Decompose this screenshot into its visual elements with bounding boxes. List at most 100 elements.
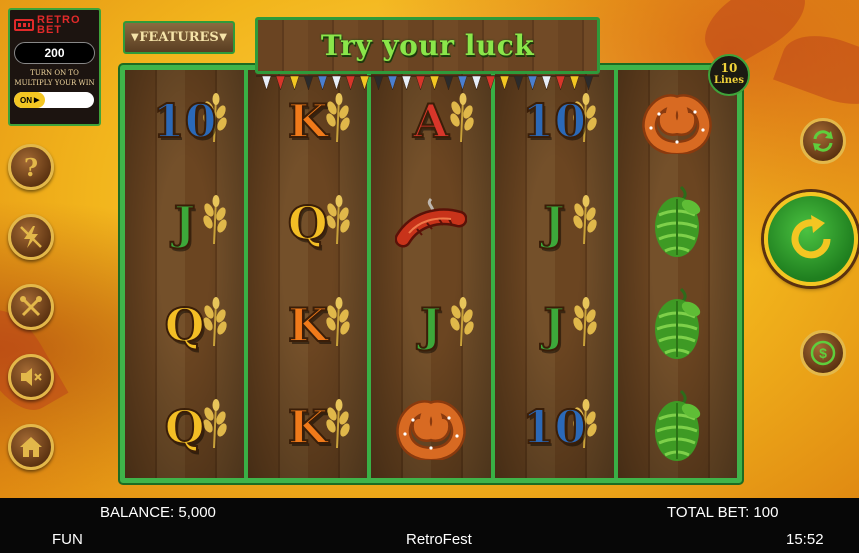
bunting-flag (261, 75, 272, 91)
retro-bet-toggle[interactable]: ON ▶ (14, 92, 94, 108)
reel-symbol: 10 (125, 70, 244, 172)
reel-symbol: 10 (495, 376, 614, 478)
bunting-flag (373, 75, 384, 91)
symbol-j: J (173, 196, 197, 250)
autoplay-button[interactable] (800, 118, 846, 164)
reel-symbol (618, 274, 737, 376)
sound-off-icon (21, 368, 42, 386)
reel-3: AJ (367, 70, 491, 478)
spin-button[interactable] (764, 192, 858, 286)
retro-bet-logo-icon (14, 19, 34, 31)
retro-bet-logo: RETRO BET (14, 14, 95, 36)
symbol-k: K (287, 400, 329, 454)
reel-symbol: J (495, 172, 614, 274)
help-button[interactable]: ? (8, 144, 54, 190)
bunting-flag (527, 75, 538, 91)
reel-symbol: J (371, 274, 490, 376)
wheat-icon (573, 297, 597, 347)
pretzel-icon (396, 400, 466, 460)
bunting-flag (289, 75, 300, 91)
symbol-10: 10 (152, 94, 218, 148)
coin-icon: $ (810, 340, 836, 366)
home-button[interactable] (8, 424, 54, 470)
reel-symbol (371, 376, 490, 478)
reel-symbol (618, 376, 737, 478)
sausage-icon (395, 197, 467, 248)
features-dropdown[interactable]: ▼ FEATURES ▼ (123, 21, 235, 54)
reel-symbol (618, 172, 737, 274)
hops-icon (655, 389, 701, 461)
spin-icon (791, 215, 831, 259)
title-banner: Try your luck (255, 17, 600, 74)
bunting-flag (401, 75, 412, 91)
bunting-flag (499, 75, 510, 91)
reel-symbol (371, 172, 490, 274)
bunting-flag (457, 75, 468, 91)
wheat-icon (449, 297, 474, 347)
reel-symbol: K (248, 376, 367, 478)
bunting-flag (387, 75, 398, 91)
bunting-flag (583, 75, 594, 91)
bunting-flag (317, 75, 328, 91)
home-icon (20, 437, 42, 457)
total-bet-text: TOTAL BET: 100 (667, 504, 779, 521)
symbol-q: Q (287, 196, 329, 250)
bottom-bar: BALANCE: 5,000 TOTAL BET: 100 FUN RetroF… (0, 498, 859, 553)
wheat-icon (203, 195, 227, 245)
bunting-flag (345, 75, 356, 91)
autoplay-icon (813, 130, 833, 152)
settings-button[interactable] (8, 284, 54, 330)
decor-leaf (773, 22, 859, 118)
mode-text: FUN (52, 531, 83, 548)
help-icon: ? (23, 152, 39, 182)
symbol-10: 10 (521, 400, 587, 454)
reels-grid: 10 J Q Q K Q K K A J 10 J J 10 (120, 65, 742, 483)
symbol-k: K (287, 94, 329, 148)
retro-bet-panel: RETRO BET 200 Turn on to multiply your w… (8, 8, 101, 126)
reel-1: 10 J Q Q (125, 70, 245, 478)
settings-icon (20, 296, 42, 317)
lightning-icon (20, 226, 42, 248)
reel-symbol: Q (125, 274, 244, 376)
lines-label: Lines (713, 75, 745, 86)
bet-button[interactable]: $ (800, 330, 846, 376)
reel-symbol: J (495, 274, 614, 376)
bunting-flag (303, 75, 314, 91)
reel-5 (613, 70, 738, 478)
game-name: RetroFest (406, 531, 472, 548)
bunting-flags (256, 75, 599, 91)
retro-bet-toggle-on[interactable]: ON ▶ (14, 92, 46, 108)
bunting-flag (331, 75, 342, 91)
bunting-flag (415, 75, 426, 91)
bunting-flag (555, 75, 566, 91)
symbol-10: 10 (521, 94, 587, 148)
symbol-j: J (542, 196, 566, 250)
bunting-flag (513, 75, 524, 91)
bunting-flag (485, 75, 496, 91)
clock-text: 15:52 (786, 531, 824, 548)
features-label: FEATURES (139, 30, 219, 45)
retro-bet-value: 200 (14, 42, 95, 64)
bunting-flag (541, 75, 552, 91)
reel-symbol: Q (248, 172, 367, 274)
banner-title: Try your luck (320, 29, 535, 62)
toggle-on-label: ON (20, 95, 32, 105)
symbol-a: A (412, 94, 450, 148)
lines-badge: 10 Lines (708, 54, 750, 96)
symbol-j: J (419, 298, 443, 352)
reel-4: 10 J J 10 (490, 70, 614, 478)
balance-text: BALANCE: 5,000 (100, 504, 216, 521)
bunting-flag (443, 75, 454, 91)
sound-button[interactable] (8, 354, 54, 400)
triangle-down-icon: ▼ (131, 32, 139, 43)
bunting-flag (569, 75, 580, 91)
turbo-button[interactable] (8, 214, 54, 260)
retro-bet-caption: Turn on to multiply your win (14, 69, 95, 87)
arrow-right-icon: ▶ (34, 97, 40, 104)
game-stage: RETRO BET 200 Turn on to multiply your w… (0, 0, 859, 498)
reel-2: KQKK (244, 70, 368, 478)
triangle-down-icon: ▼ (219, 32, 227, 43)
symbol-j: J (542, 298, 566, 352)
bunting-flag (429, 75, 440, 91)
bunting-flag (275, 75, 286, 91)
